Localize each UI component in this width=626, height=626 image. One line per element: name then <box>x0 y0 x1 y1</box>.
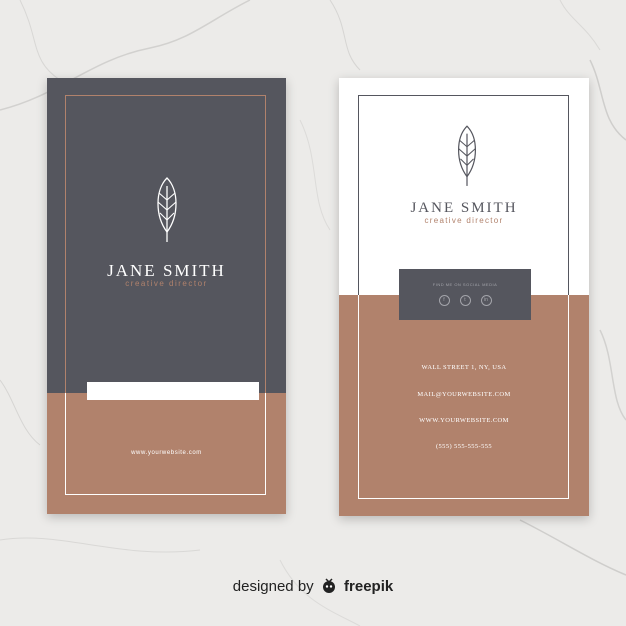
card-job-title: creative director <box>424 216 504 225</box>
card-website: www.yourwebsite.com <box>131 450 202 456</box>
social-label: FIND ME ON SOCIAL MEDIA <box>432 282 498 287</box>
linkedin-icon[interactable]: in <box>480 294 492 306</box>
freepik-logo-icon <box>322 578 335 593</box>
business-card-front: JANE SMITH creative director www.yourweb… <box>47 78 286 514</box>
card-frame-lower <box>65 393 266 495</box>
social-icons: f t in <box>399 291 531 309</box>
contact-phone: (555) 555-555-555 <box>435 443 493 450</box>
leaf-icon <box>457 125 477 186</box>
white-bar <box>87 382 259 400</box>
footer-attribution: designed by freepik <box>0 578 626 595</box>
facebook-icon[interactable]: f <box>438 294 450 306</box>
card-name: JANE SMITH <box>410 200 518 216</box>
business-card-back: JANE SMITH creative director FIND ME ON … <box>339 78 589 516</box>
leaf-icon <box>157 177 177 242</box>
footer-brand[interactable]: freepik <box>344 578 393 595</box>
card-name: JANE SMITH <box>107 261 226 280</box>
contact-address: WALL STREET 1, NY, USA <box>421 364 507 371</box>
twitter-icon[interactable]: t <box>459 294 471 306</box>
social-media-box: FIND ME ON SOCIAL MEDIA f t in <box>399 269 531 320</box>
contact-website[interactable]: WWW.YOURWEBSITE.COM <box>339 417 589 424</box>
footer-prefix: designed by <box>232 578 314 595</box>
card-job-title: creative director <box>125 279 208 288</box>
contact-mail[interactable]: MAIL@YOURWEBSITE.COM <box>339 391 589 398</box>
